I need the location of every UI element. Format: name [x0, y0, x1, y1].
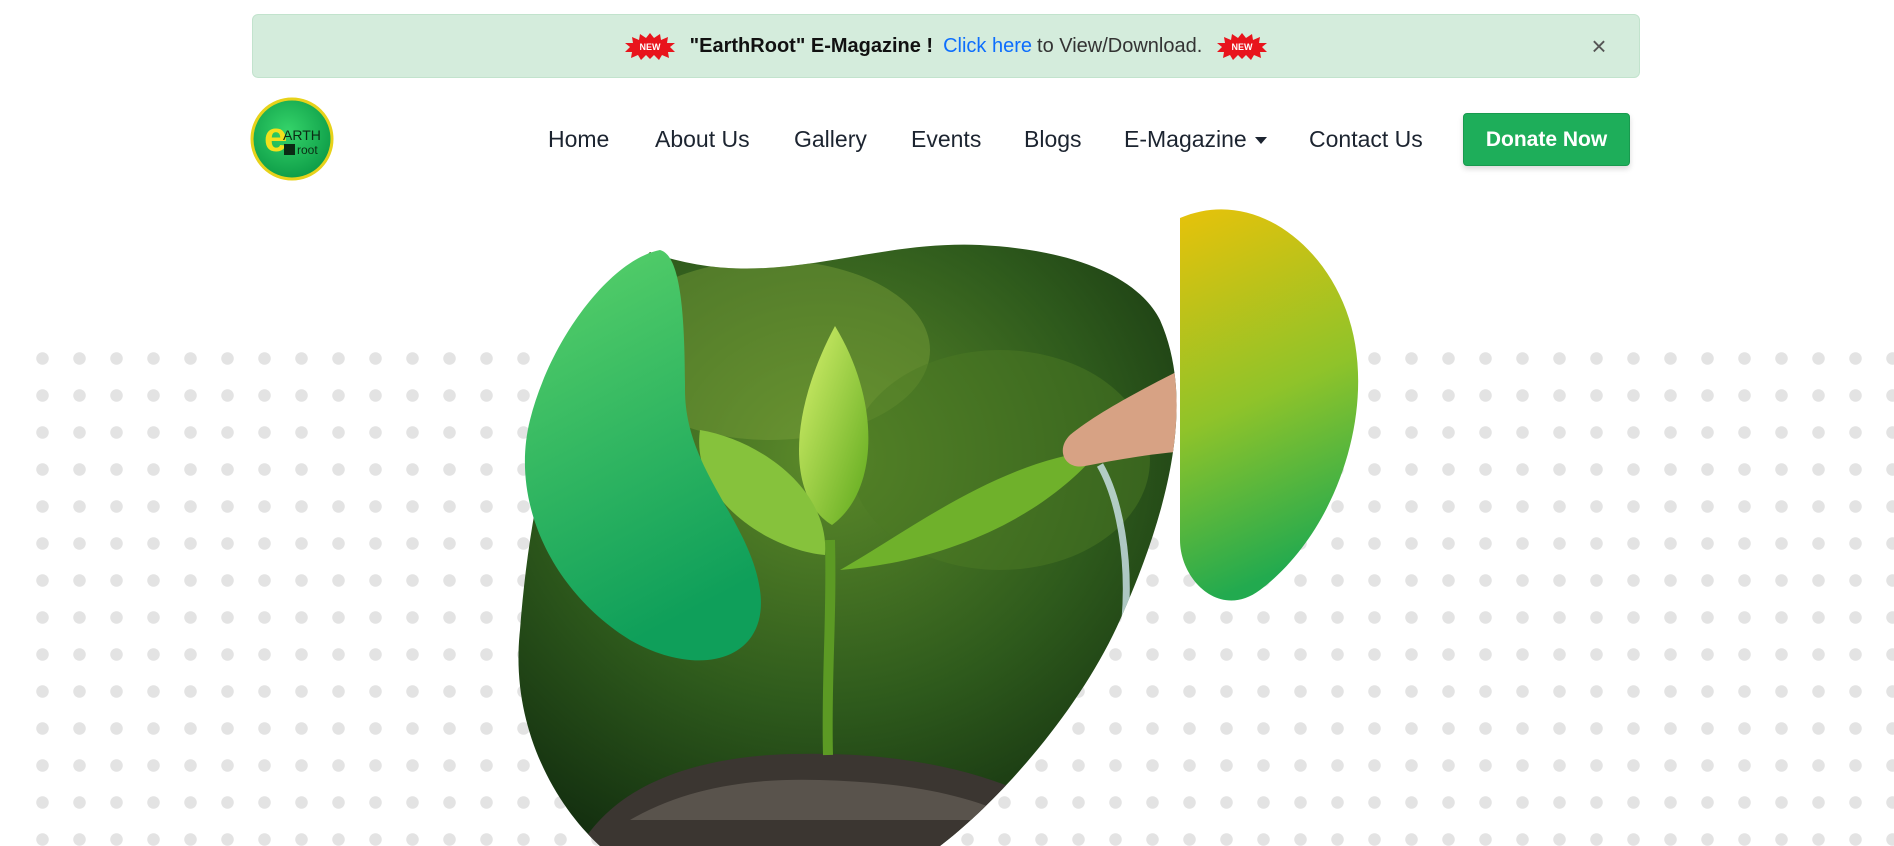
logo-line2: root: [297, 143, 318, 157]
nav-item-about-us[interactable]: About Us: [655, 112, 750, 166]
alert-magazine-title: "EarthRoot" E-Magazine !: [689, 34, 934, 57]
nav-item-contact-us[interactable]: Contact Us: [1309, 112, 1423, 166]
earthroot-logo[interactable]: e ARTH root: [250, 97, 334, 181]
nav-item-gallery[interactable]: Gallery: [794, 112, 867, 166]
nav-item-blogs[interactable]: Blogs: [1024, 112, 1082, 166]
new-badge-icon: NEW: [1217, 33, 1268, 60]
alert-rest-text: to View/Download.: [1037, 34, 1203, 57]
nav-item-home[interactable]: Home: [548, 112, 609, 166]
donate-now-button[interactable]: Donate Now: [1463, 113, 1630, 166]
nav-item-e-magazine[interactable]: E-Magazine: [1124, 112, 1267, 166]
new-badge-icon: NEW: [624, 33, 675, 60]
caret-down-icon: [1254, 137, 1267, 145]
announcement-alert: NEW "EarthRoot" E-Magazine ! Click here …: [252, 14, 1640, 78]
new-badge-text: NEW: [1232, 42, 1254, 52]
hero-image: [518, 209, 1359, 846]
nav-item-events[interactable]: Events: [911, 112, 981, 166]
nav-item-e-magazine-label: E-Magazine: [1124, 126, 1247, 152]
close-icon[interactable]: ×: [1585, 32, 1613, 60]
logo-line1: ARTH: [283, 127, 321, 143]
alert-click-here-link[interactable]: Click here: [943, 35, 1032, 58]
new-badge-text: NEW: [639, 42, 661, 52]
